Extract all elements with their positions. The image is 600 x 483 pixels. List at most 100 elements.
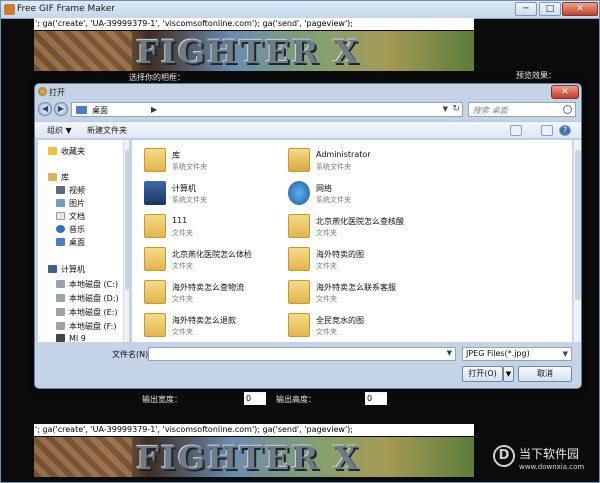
dialog-close-button[interactable]: ✕ xyxy=(551,85,579,99)
code-line-top: '; ga('create', 'UA-39999379-1', 'viscom… xyxy=(34,18,474,30)
nav-videos[interactable]: 视频 xyxy=(56,185,85,198)
search-icon[interactable] xyxy=(563,105,572,114)
filename-input[interactable]: ▼ xyxy=(148,347,456,361)
file-name: 海外特卖怎么联系客服 xyxy=(316,283,396,292)
filetype-dropdown-icon[interactable]: ▼ xyxy=(563,348,568,360)
file-type: 系统文件夹 xyxy=(172,163,207,171)
nav-label: 本地磁盘 (E:) xyxy=(69,308,118,317)
view-options-icon[interactable] xyxy=(510,125,522,136)
app-title: Free GIF Frame Maker xyxy=(17,4,115,14)
nav-drive-e[interactable]: 本地磁盘 (E:) xyxy=(56,307,118,320)
file-item[interactable]: 计算机 系统文件夹 xyxy=(144,179,284,209)
forward-button[interactable]: ▶ xyxy=(54,102,68,116)
nav-documents[interactable]: 文档 xyxy=(56,211,85,224)
output-height-input[interactable]: 0 xyxy=(365,392,387,405)
file-item[interactable]: 海外特卖怎么退款 文件夹 xyxy=(144,311,284,341)
nav-label: 文档 xyxy=(69,212,85,221)
close-button[interactable]: ✕ xyxy=(562,2,598,16)
search-placeholder: 搜索 桌面 xyxy=(473,106,508,115)
app-icon xyxy=(4,4,15,15)
nav-drive-c[interactable]: 本地磁盘 (C:) xyxy=(56,279,118,292)
library-icon xyxy=(144,148,166,172)
folder-icon xyxy=(144,214,166,238)
output-width-input[interactable]: 0 xyxy=(244,392,266,405)
watermark-logo-icon: D xyxy=(493,445,515,467)
cancel-button[interactable]: 取消 xyxy=(518,366,572,382)
file-type: 文件夹 xyxy=(316,262,337,270)
address-dropdown-icon[interactable]: ▼ xyxy=(443,105,448,113)
file-name: 111 xyxy=(172,216,188,225)
filename-dropdown-icon[interactable]: ▼ xyxy=(447,349,452,357)
file-item[interactable]: 北京燕化医院怎么体检 文件夹 xyxy=(144,245,284,275)
music-icon xyxy=(56,225,65,233)
file-item[interactable]: 海外特卖的图 文件夹 xyxy=(288,245,428,275)
minimize-button[interactable]: ─ xyxy=(515,2,537,16)
file-list-scrollbar[interactable] xyxy=(573,140,581,342)
nav-label: 图片 xyxy=(69,199,85,208)
filetype-value: JPEG Files(*.jpg) xyxy=(466,349,530,358)
nav-drive-d[interactable]: 本地磁盘 (D:) xyxy=(56,293,119,306)
file-item[interactable]: 111 文件夹 xyxy=(144,212,284,242)
file-name: 北京燕化医院怎么体检 xyxy=(172,250,252,259)
file-item[interactable]: 海外特卖怎么联系客服 文件夹 xyxy=(288,278,428,308)
banner-decoration xyxy=(34,31,132,71)
new-folder-button[interactable]: 新建文件夹 xyxy=(87,125,127,136)
nav-drive-f[interactable]: 本地磁盘 (F:) xyxy=(56,321,116,334)
watermark-name: 当下软件园 xyxy=(519,447,580,461)
nav-library[interactable]: 库 xyxy=(48,172,69,185)
file-name: 海外特卖怎么查物流 xyxy=(172,283,244,292)
folder-icon xyxy=(288,214,310,238)
banner-decoration xyxy=(34,437,132,477)
breadcrumb-arrow-icon[interactable]: ▶ xyxy=(151,105,157,114)
nav-mi9[interactable]: MI 9 xyxy=(56,334,86,342)
open-split-arrow-icon[interactable]: ▼ xyxy=(503,366,514,382)
maximize-button[interactable]: □ xyxy=(539,2,561,16)
file-name: 北京燕化医院怎么查核酸 xyxy=(316,217,404,226)
nav-scrollbar-thumb[interactable] xyxy=(125,150,129,290)
watermark: D 当下软件园 www.downxia.com xyxy=(493,443,597,481)
file-type: 文件夹 xyxy=(172,229,193,237)
select-frame-label: 选择你的相框： xyxy=(129,73,185,82)
refresh-icon[interactable]: ↻ xyxy=(452,104,460,114)
file-type: 文件夹 xyxy=(172,295,193,303)
open-file-dialog: 打开 ✕ ◀ ▶ 桌面 ▶ ▼ ↻ 搜索 桌面 组织 ▼ 新建文件夹 ? 收藏夹… xyxy=(34,83,582,389)
video-icon xyxy=(56,186,65,194)
file-item[interactable]: 全民竞水的图 文件夹 xyxy=(288,311,428,341)
file-name: 计算机 xyxy=(172,184,196,193)
file-name: 库 xyxy=(172,151,180,160)
address-bar[interactable]: 桌面 ▶ ▼ ↻ xyxy=(71,102,463,117)
file-item[interactable]: 库 系统文件夹 xyxy=(144,146,284,176)
nav-scrollbar[interactable] xyxy=(123,140,129,342)
filetype-select[interactable]: JPEG Files(*.jpg) ▼ xyxy=(462,347,572,361)
file-item[interactable]: 北京燕化医院怎么查核酸 文件夹 xyxy=(288,212,428,242)
file-list-scrollbar-thumb[interactable] xyxy=(575,150,581,300)
help-icon[interactable]: ? xyxy=(559,125,571,136)
drive-icon xyxy=(56,280,65,288)
back-button[interactable]: ◀ xyxy=(38,102,52,116)
search-input[interactable]: 搜索 桌面 xyxy=(468,102,576,117)
nav-pictures[interactable]: 图片 xyxy=(56,198,85,211)
address-location[interactable]: 桌面 xyxy=(92,105,108,116)
file-name: 网络 xyxy=(316,184,332,193)
star-icon xyxy=(48,147,57,155)
nav-favorites[interactable]: 收藏夹 xyxy=(48,146,85,159)
drive-icon xyxy=(56,322,65,330)
nav-label: 音乐 xyxy=(69,225,85,234)
phone-icon xyxy=(56,334,65,342)
navigation-pane: 收藏夹 库 视频 图片 文档 音乐 桌面 计算机 本地磁盘 (C:) 本地磁盘 … xyxy=(38,140,130,342)
file-list: 库 系统文件夹 Administrator 系统文件夹 计算机 系统文件夹 网络… xyxy=(132,140,572,342)
nav-music[interactable]: 音乐 xyxy=(56,224,85,237)
nav-desktop[interactable]: 桌面 xyxy=(56,237,85,250)
open-button[interactable]: 打开(O) xyxy=(462,366,503,382)
file-item[interactable]: Administrator 系统文件夹 xyxy=(288,146,428,176)
banner-image-bottom: FIGHTER X xyxy=(34,437,474,477)
file-item[interactable]: 网络 系统文件夹 xyxy=(288,179,428,209)
nav-label: 桌面 xyxy=(69,238,85,247)
banner-image-top: FIGHTER X xyxy=(34,31,474,71)
organize-menu[interactable]: 组织 ▼ xyxy=(47,125,72,136)
nav-computer[interactable]: 计算机 xyxy=(48,264,85,277)
preview-pane-icon[interactable] xyxy=(541,125,553,136)
file-item[interactable]: 海外特卖怎么查物流 文件夹 xyxy=(144,278,284,308)
code-line-bottom: '; ga('create', 'UA-39999379-1', 'viscom… xyxy=(34,424,474,436)
nav-label: 收藏夹 xyxy=(61,147,85,156)
